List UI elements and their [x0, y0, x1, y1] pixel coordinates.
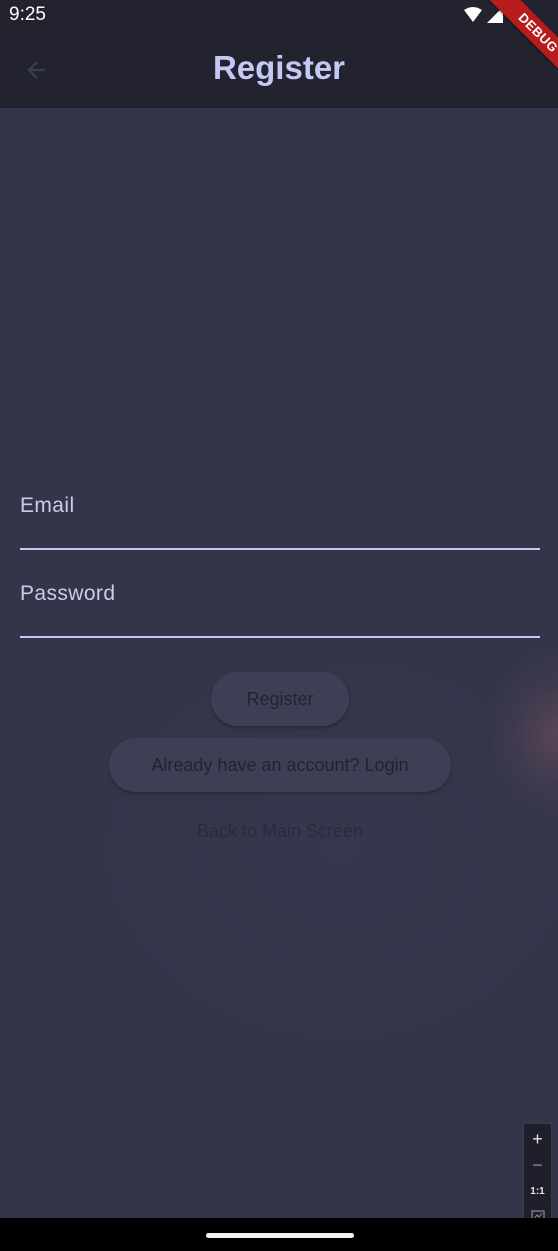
- back-to-main-button[interactable]: Back to Main Screen: [150, 812, 410, 850]
- zoom-out-button[interactable]: −: [524, 1152, 551, 1178]
- status-time: 9:25: [9, 4, 46, 25]
- actual-size-button[interactable]: 1:1: [524, 1178, 551, 1204]
- zoom-in-button[interactable]: +: [524, 1126, 551, 1152]
- password-underline: [20, 636, 540, 638]
- email-underline: [20, 548, 540, 550]
- email-field[interactable]: Email: [20, 490, 540, 550]
- password-label: Password: [20, 582, 116, 605]
- zoom-controls: + − 1:1: [523, 1123, 552, 1231]
- home-gesture-handle[interactable]: [206, 1233, 354, 1238]
- register-screen: 9:25 Register DEBUG Email Password Regis…: [0, 0, 558, 1251]
- register-button[interactable]: Register: [211, 672, 349, 726]
- wifi-icon: [464, 7, 482, 22]
- page-title: Register: [212, 49, 346, 86]
- password-field[interactable]: Password: [20, 578, 540, 638]
- edge-glow: [488, 650, 558, 820]
- login-link-button[interactable]: Already have an account? Login: [109, 738, 451, 792]
- email-label: Email: [20, 494, 75, 517]
- app-bar: Register: [0, 30, 558, 108]
- status-bar: 9:25: [0, 0, 558, 30]
- system-nav-bar: [0, 1218, 558, 1251]
